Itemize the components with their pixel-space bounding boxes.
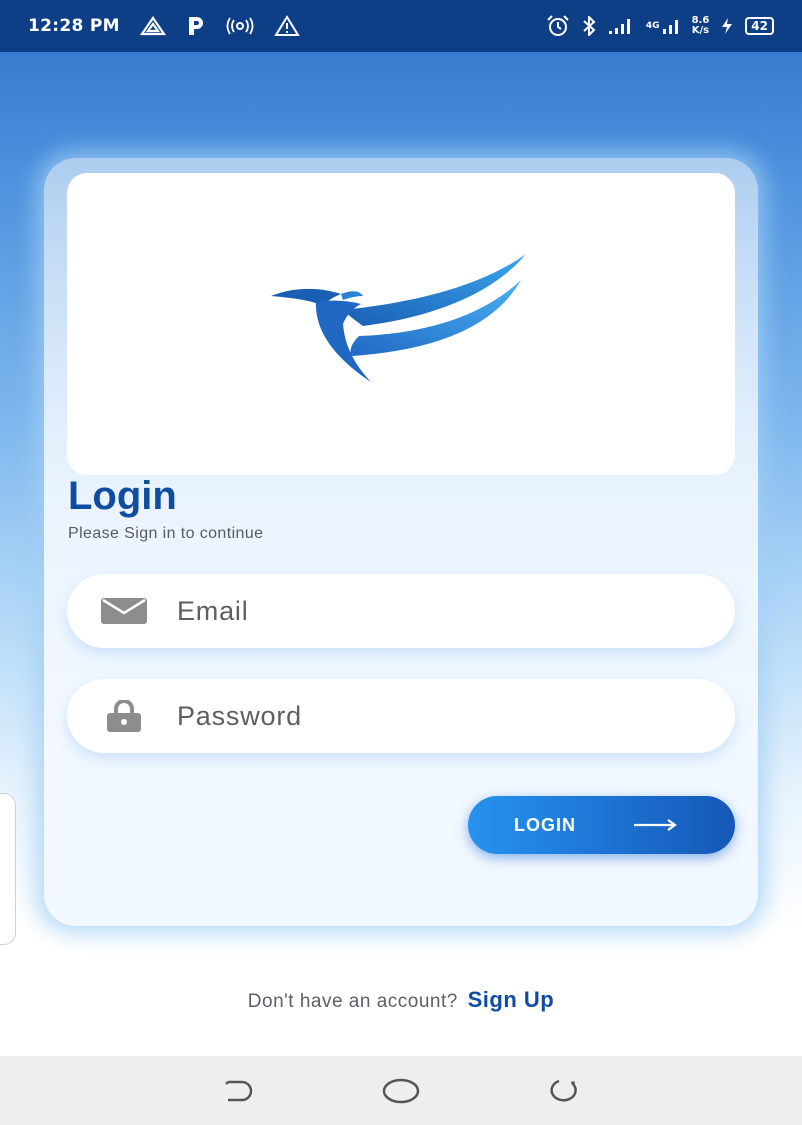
bird-logo-icon <box>271 254 531 394</box>
warning-icon <box>274 15 300 37</box>
charging-icon <box>721 17 733 35</box>
home-icon[interactable] <box>379 1069 423 1113</box>
alarm-icon <box>546 15 570 37</box>
hotspot-icon <box>226 17 254 35</box>
status-bar-right: 4G 8.6 K/s 42 <box>546 15 774 37</box>
logo-panel <box>67 173 735 475</box>
side-edge-panel-handle[interactable] <box>0 793 16 945</box>
password-input[interactable] <box>175 699 679 733</box>
login-button-label: LOGIN <box>514 814 576 835</box>
signup-row: Don't have an account? Sign Up <box>0 987 802 1013</box>
network-speed: 8.6 K/s <box>692 16 710 36</box>
login-button[interactable]: LOGIN <box>468 796 735 854</box>
recents-icon[interactable] <box>540 1069 584 1113</box>
battery-indicator: 42 <box>745 17 774 35</box>
page-title: Login <box>68 474 177 518</box>
arrow-right-icon <box>634 818 678 832</box>
signal-icon <box>608 17 634 35</box>
status-bar-left: 12:28 PM <box>28 15 300 37</box>
back-icon[interactable] <box>218 1069 262 1113</box>
speed-unit: K/s <box>691 25 710 36</box>
mail-icon <box>97 598 151 624</box>
navigation-icon <box>139 16 166 36</box>
signup-link[interactable]: Sign Up <box>468 987 555 1012</box>
system-nav-bar <box>0 1056 802 1125</box>
4g-signal-icon: 4G <box>646 17 680 35</box>
email-input[interactable] <box>175 594 679 628</box>
network-type: 4G <box>645 20 660 31</box>
page-subtitle: Please Sign in to continue <box>68 525 264 542</box>
email-field[interactable] <box>67 574 735 648</box>
lock-icon <box>97 700 151 732</box>
status-time: 12:28 PM <box>28 16 120 36</box>
status-bar: 12:28 PM 4G 8.6 K/s 42 <box>0 0 802 52</box>
signup-prompt: Don't have an account? <box>247 991 458 1012</box>
bluetooth-icon <box>582 16 596 36</box>
password-field[interactable] <box>67 679 735 753</box>
parking-icon <box>186 15 206 37</box>
